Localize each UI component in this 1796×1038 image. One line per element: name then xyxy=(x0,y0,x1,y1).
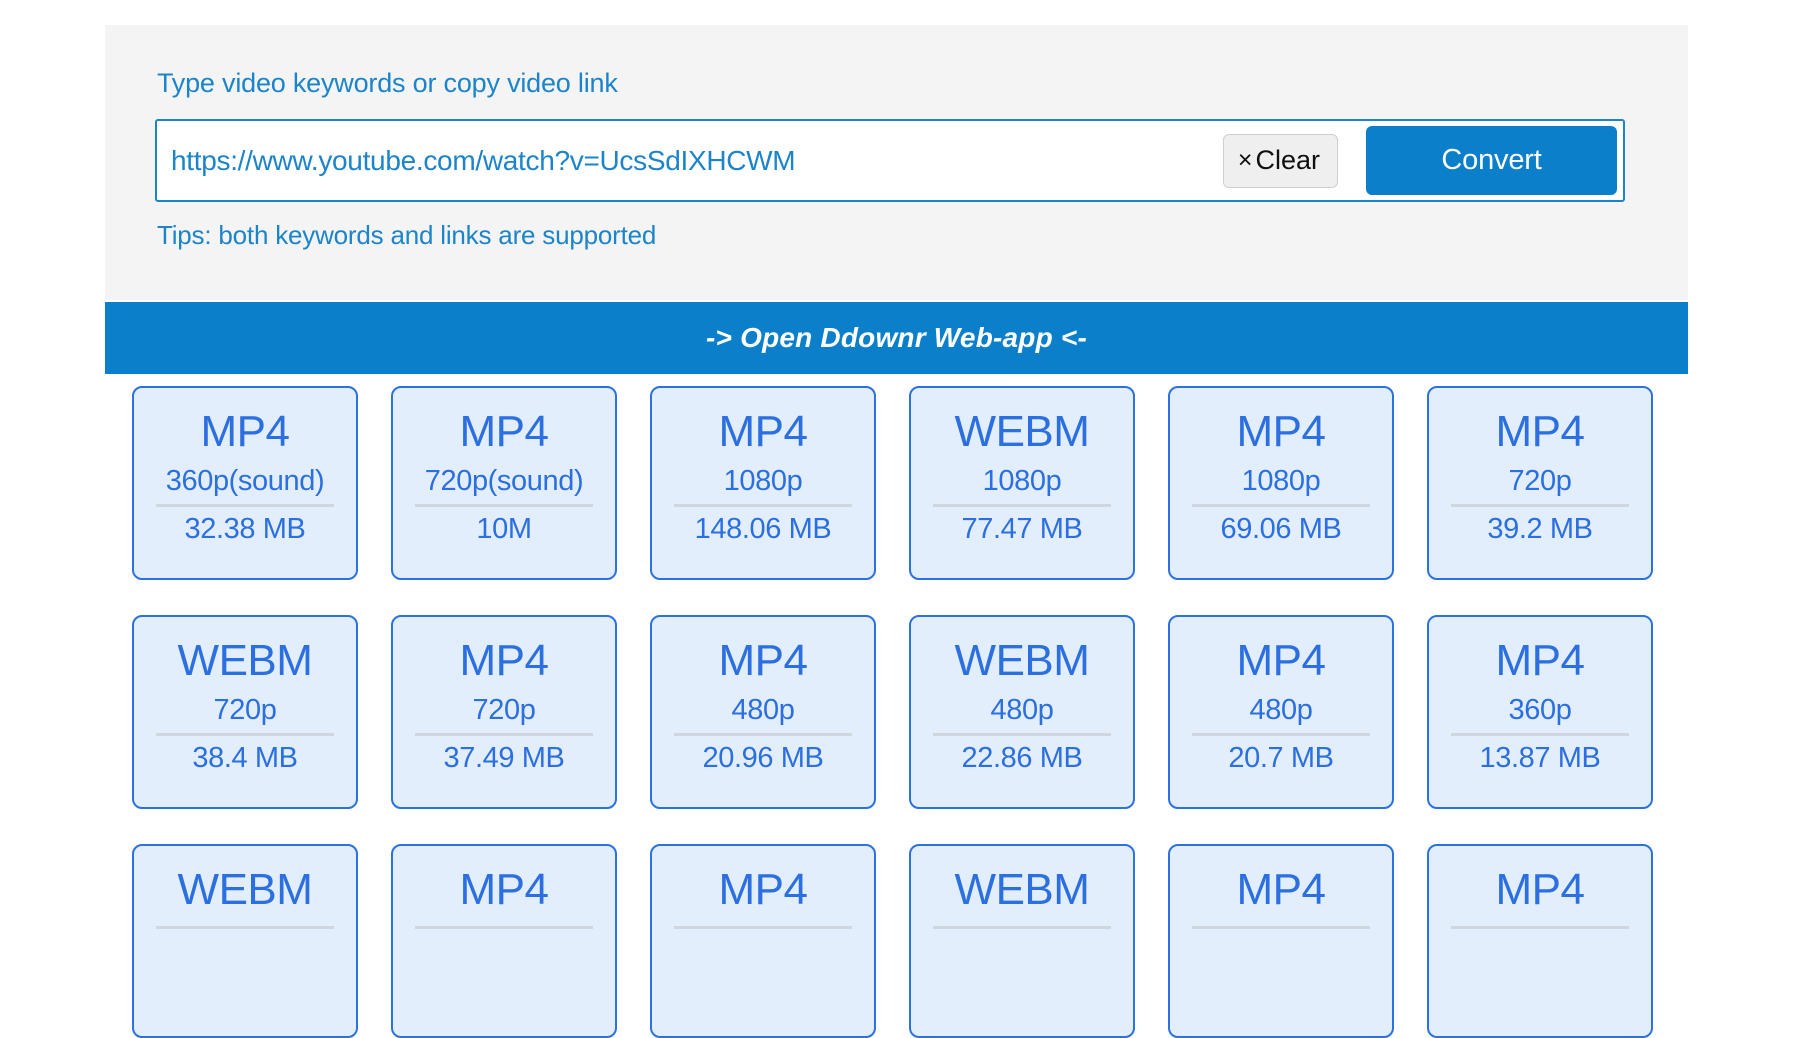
format-card-divider xyxy=(933,926,1111,929)
format-card-divider xyxy=(1192,926,1370,929)
format-card[interactable]: MP4 xyxy=(1427,844,1653,1038)
format-card-divider xyxy=(415,504,593,507)
format-card-quality: 720p xyxy=(1508,465,1572,497)
format-card-format: MP4 xyxy=(1495,636,1585,685)
format-card-divider xyxy=(156,504,334,507)
format-card-divider xyxy=(415,926,593,929)
format-card-format: MP4 xyxy=(1236,865,1326,914)
format-card-format: MP4 xyxy=(718,636,808,685)
format-card-size: 32.38 MB xyxy=(184,513,306,545)
format-card-divider xyxy=(1451,504,1629,507)
format-card-size: 22.86 MB xyxy=(961,742,1083,774)
format-card[interactable]: MP4 1080p 69.06 MB xyxy=(1168,386,1394,580)
format-card[interactable]: MP4 xyxy=(1168,844,1394,1038)
format-card-quality: 1080p xyxy=(982,465,1062,497)
format-card-divider xyxy=(933,504,1111,507)
format-card-format: WEBM xyxy=(954,865,1090,914)
format-card[interactable]: WEBM xyxy=(132,844,358,1038)
format-card[interactable]: MP4 480p 20.96 MB xyxy=(650,615,876,809)
format-card[interactable]: WEBM 720p 38.4 MB xyxy=(132,615,358,809)
format-card-format: MP4 xyxy=(1236,636,1326,685)
format-card-format: WEBM xyxy=(177,636,313,685)
convert-button[interactable]: Convert xyxy=(1366,126,1617,195)
search-panel: Type video keywords or copy video link ×… xyxy=(105,25,1688,300)
format-card-divider xyxy=(415,733,593,736)
open-webapp-banner[interactable]: -> Open Ddownr Web-app <- xyxy=(105,302,1688,374)
format-card-divider xyxy=(1451,733,1629,736)
format-card-divider xyxy=(933,733,1111,736)
format-card[interactable]: WEBM xyxy=(909,844,1135,1038)
format-card-size: 20.96 MB xyxy=(702,742,824,774)
format-card-size: 148.06 MB xyxy=(694,513,832,545)
format-card-quality: 1080p xyxy=(723,465,803,497)
format-card[interactable]: MP4 720p 39.2 MB xyxy=(1427,386,1653,580)
converter-page: Type video keywords or copy video link ×… xyxy=(0,0,1796,1038)
format-card-format: WEBM xyxy=(177,865,313,914)
format-card[interactable]: MP4 480p 20.7 MB xyxy=(1168,615,1394,809)
format-card-quality: 720p xyxy=(213,694,277,726)
format-card-divider xyxy=(674,926,852,929)
format-card-format: MP4 xyxy=(718,865,808,914)
format-card-size: 38.4 MB xyxy=(192,742,298,774)
format-card-format: WEBM xyxy=(954,407,1090,456)
format-card-size: 37.49 MB xyxy=(443,742,565,774)
format-card[interactable]: MP4 1080p 148.06 MB xyxy=(650,386,876,580)
format-card-quality: 480p xyxy=(731,694,795,726)
format-card-quality: 480p xyxy=(990,694,1054,726)
close-icon: × xyxy=(1237,145,1253,174)
format-card[interactable]: MP4 360p(sound) 32.38 MB xyxy=(132,386,358,580)
format-card[interactable]: WEBM 480p 22.86 MB xyxy=(909,615,1135,809)
format-card-format: MP4 xyxy=(459,865,549,914)
format-card[interactable]: MP4 720p(sound) 10M xyxy=(391,386,617,580)
format-card-quality: 360p xyxy=(1508,694,1572,726)
format-card-size: 20.7 MB xyxy=(1228,742,1334,774)
format-card-divider xyxy=(156,733,334,736)
format-card-size: 10M xyxy=(476,513,532,545)
format-card-size: 69.06 MB xyxy=(1220,513,1342,545)
format-card-size: 39.2 MB xyxy=(1487,513,1593,545)
format-card-divider xyxy=(1192,733,1370,736)
format-card[interactable]: MP4 xyxy=(391,844,617,1038)
format-card-divider xyxy=(156,926,334,929)
format-card-size: 77.47 MB xyxy=(961,513,1083,545)
search-tips: Tips: both keywords and links are suppor… xyxy=(157,220,657,250)
video-url-input[interactable] xyxy=(157,121,1223,200)
format-card-format: MP4 xyxy=(718,407,808,456)
format-card-format: MP4 xyxy=(1495,865,1585,914)
format-card-divider xyxy=(674,733,852,736)
search-input-row: × Clear Convert xyxy=(155,119,1625,202)
format-card-format: MP4 xyxy=(1236,407,1326,456)
format-card[interactable]: WEBM 1080p 77.47 MB xyxy=(909,386,1135,580)
format-card[interactable]: MP4 xyxy=(650,844,876,1038)
format-card-quality: 360p(sound) xyxy=(165,465,325,497)
format-card-quality: 720p(sound) xyxy=(424,465,584,497)
search-panel-label: Type video keywords or copy video link xyxy=(157,68,618,98)
format-card[interactable]: MP4 720p 37.49 MB xyxy=(391,615,617,809)
clear-button-label: Clear xyxy=(1255,144,1320,175)
format-card-quality: 720p xyxy=(472,694,536,726)
format-card-divider xyxy=(1451,926,1629,929)
format-card-divider xyxy=(1192,504,1370,507)
clear-button[interactable]: × Clear xyxy=(1222,133,1338,188)
format-card[interactable]: MP4 360p 13.87 MB xyxy=(1427,615,1653,809)
format-card-quality: 1080p xyxy=(1241,465,1321,497)
format-card-format: MP4 xyxy=(200,407,290,456)
format-card-size: 13.87 MB xyxy=(1479,742,1601,774)
format-card-format: WEBM xyxy=(954,636,1090,685)
format-grid: MP4 360p(sound) 32.38 MB MP4 720p(sound) 10M M… xyxy=(105,386,1688,1038)
format-card-format: MP4 xyxy=(1495,407,1585,456)
format-card-format: MP4 xyxy=(459,407,549,456)
format-card-quality: 480p xyxy=(1249,694,1313,726)
format-card-format: MP4 xyxy=(459,636,549,685)
format-card-divider xyxy=(674,504,852,507)
